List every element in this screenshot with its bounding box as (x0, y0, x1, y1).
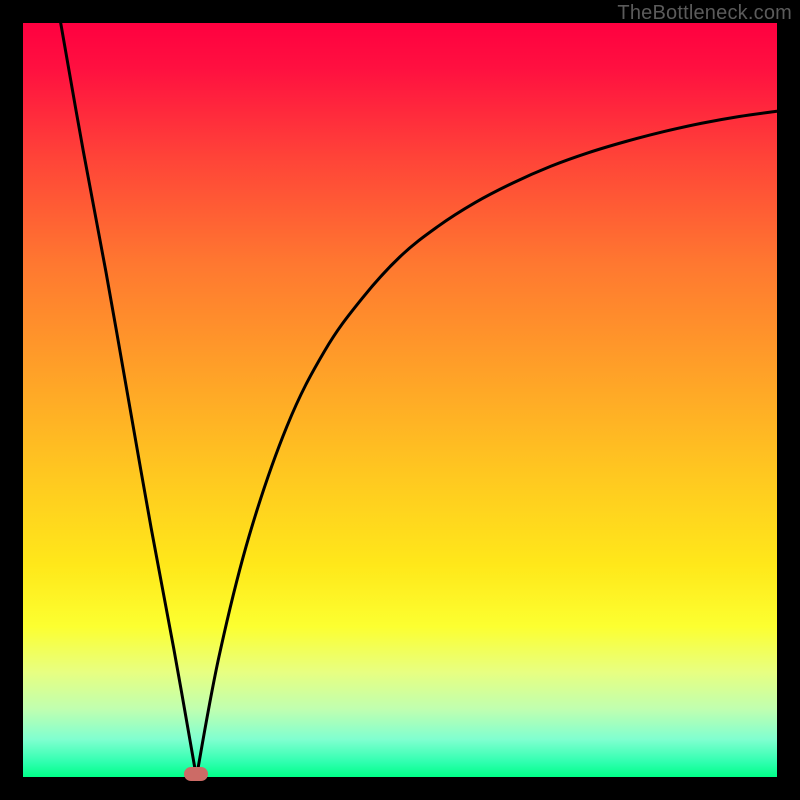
curve-layer (0, 0, 800, 800)
chart-frame: TheBottleneck.com (0, 0, 800, 800)
bottleneck-marker (184, 767, 208, 781)
watermark-text: TheBottleneck.com (617, 2, 792, 25)
curve-right-branch (196, 111, 777, 777)
curve-left-branch (61, 23, 197, 777)
